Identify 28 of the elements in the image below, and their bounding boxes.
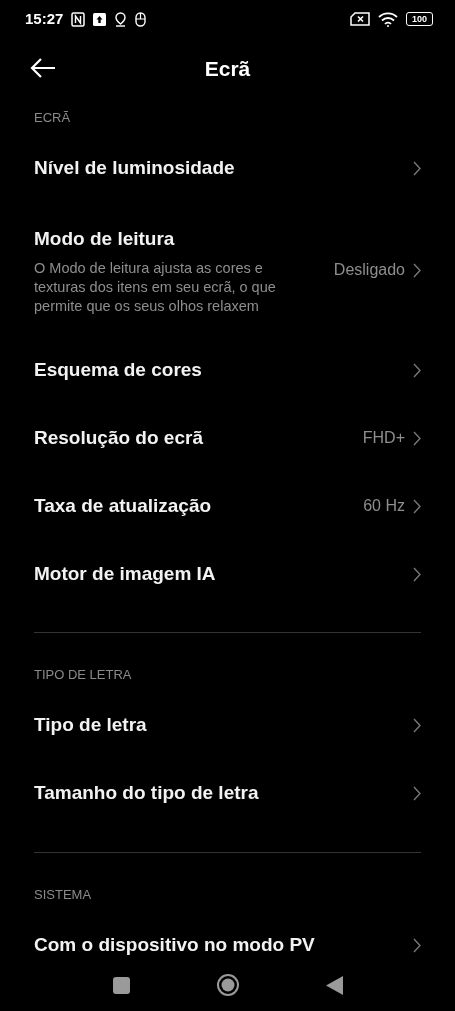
item-title: Motor de imagem IA (34, 561, 216, 586)
item-description: O Modo de leitura ajusta as cores e texturas dos itens em seu ecrã, o que permite que os seus olhos relaxem (34, 259, 277, 316)
item-value: FHD+ (362, 428, 405, 448)
item-title: Taxa de atualização (34, 493, 212, 518)
clock-time: 15:27 (25, 8, 64, 29)
section-header: ECRÃ (33, 109, 72, 127)
settings-item[interactable]: Com o dispositivo no modo PV (0, 911, 455, 959)
section-header: TIPO DE LETRA (33, 666, 133, 684)
item-title: Tamanho do tipo de letra (34, 781, 259, 806)
settings-item[interactable]: Taxa de atualização 60 Hz (0, 472, 455, 540)
item-title: Esquema de cores (34, 357, 202, 382)
settings-item[interactable]: Modo de leitura O Modo de leitura ajusta as cores e texturas dos itens em seu ecrã, o que permite que os seus olhos relaxem Desligado (0, 202, 455, 336)
settings-item[interactable]: Nível de luminosidade (0, 134, 455, 203)
item-title: Modo de leitura (34, 226, 176, 251)
settings-item[interactable]: Tamanho do tipo de letra (0, 759, 455, 828)
item-title: Nível de luminosidade (34, 156, 235, 181)
item-value: 60 Hz (363, 496, 405, 516)
item-title: Com o dispositivo no modo PV (34, 932, 315, 957)
item-title: Resolução do ecrã (34, 425, 203, 450)
settings-item[interactable]: Tipo de letra (0, 691, 455, 760)
settings-item[interactable]: Esquema de cores (0, 336, 455, 404)
battery-level: 100 (412, 14, 427, 24)
section-header: SISTEMA (33, 885, 93, 904)
page-title: Ecrã (204, 56, 251, 83)
item-value: Desligado (333, 260, 405, 281)
item-title: Tipo de letra (34, 713, 147, 738)
settings-item[interactable]: Motor de imagem IA (0, 540, 455, 608)
settings-item[interactable]: Resolução do ecrã FHD+ (0, 404, 455, 472)
